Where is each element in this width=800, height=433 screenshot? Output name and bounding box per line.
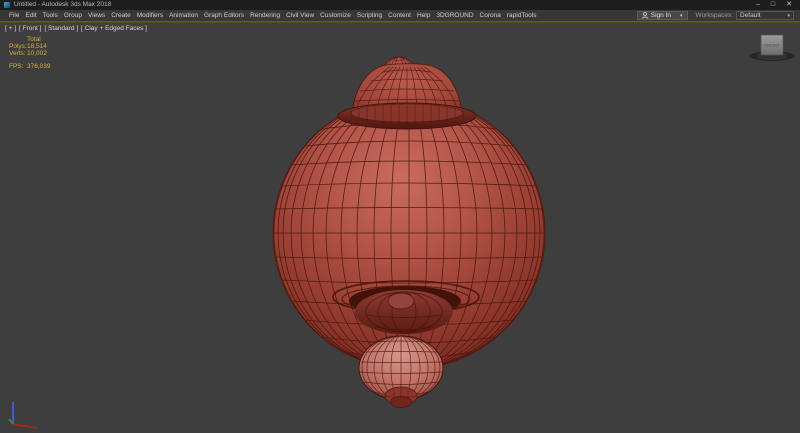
menu-content[interactable]: Content: [385, 10, 414, 21]
menu-create[interactable]: Create: [108, 10, 134, 21]
viewcube[interactable]: FRONT: [745, 28, 799, 68]
axis-x-red: [13, 424, 37, 428]
viewport-menu-render-preset[interactable]: [ Standard ]: [44, 25, 78, 32]
menu-animation[interactable]: Animation: [166, 10, 201, 21]
chevron-down-icon: ▾: [787, 13, 790, 19]
viewport-front[interactable]: [ + ] [ Front ] [ Standard ] [ Clay + Ed…: [0, 23, 800, 433]
viewport-label: [ + ] [ Front ] [ Standard ] [ Clay + Ed…: [5, 25, 147, 32]
menu-scripting[interactable]: Scripting: [354, 10, 385, 21]
menu-help[interactable]: Help: [414, 10, 433, 21]
sign-in-label: Sign In: [651, 12, 671, 19]
menu-graph-editors[interactable]: Graph Editors: [201, 10, 247, 21]
workspaces-value: Default: [740, 12, 761, 19]
person-icon: [642, 12, 648, 19]
window-title: Untitled - Autodesk 3ds Max 2018: [14, 0, 111, 10]
stats-fps-label: FPS:: [9, 63, 27, 70]
stats-polys-value: 18,514: [27, 43, 47, 50]
title-bar: Untitled - Autodesk 3ds Max 2018 – □ ✕: [0, 0, 800, 10]
menu-civil-view[interactable]: Civil View: [283, 10, 317, 21]
menu-customize[interactable]: Customize: [317, 10, 354, 21]
3dsmax-window: Untitled - Autodesk 3ds Max 2018 – □ ✕ F…: [0, 0, 800, 433]
close-button[interactable]: ✕: [786, 0, 792, 10]
menu-group[interactable]: Group: [61, 10, 85, 21]
maximize-button[interactable]: □: [771, 0, 775, 10]
stats-fps-value: 376,039: [27, 63, 51, 70]
stats-total-header: Total: [27, 36, 41, 43]
menu-file[interactable]: File: [6, 10, 22, 21]
sign-in-button[interactable]: Sign In ▾: [637, 11, 688, 20]
menu-tools[interactable]: Tools: [40, 10, 61, 21]
menu-3dground[interactable]: 3DGROUND: [433, 10, 476, 21]
menu-bar: File Edit Tools Group Views Create Modif…: [0, 10, 800, 21]
menu-rapidtools[interactable]: rapidTools: [504, 10, 540, 21]
workspaces-control: Workspaces: Default ▾: [696, 11, 794, 20]
menu-edit[interactable]: Edit: [22, 10, 39, 21]
viewport-menu-shading[interactable]: [ Clay + Edged Faces ]: [81, 25, 147, 32]
stats-polys-label: Polys:: [9, 43, 27, 50]
workspaces-label: Workspaces:: [696, 12, 733, 19]
viewport-3d-object[interactable]: [0, 23, 800, 433]
viewport-menu-pov[interactable]: [ Front ]: [19, 25, 41, 32]
viewcube-face-label: FRONT: [764, 43, 780, 48]
menu-corona[interactable]: Corona: [477, 10, 504, 21]
app-icon-3dsmax: [4, 2, 10, 8]
viewport-menu-general[interactable]: [ + ]: [5, 25, 16, 32]
menu-modifiers[interactable]: Modifiers: [134, 10, 166, 21]
world-axis-gizmo: [6, 399, 42, 431]
workspaces-dropdown[interactable]: Default ▾: [736, 11, 794, 20]
stats-verts-value: 10,002: [27, 50, 47, 57]
chevron-down-icon: ▾: [680, 13, 683, 19]
viewport-statistics: Total Polys:18,514 Verts:10,002 FPS:376,…: [9, 36, 51, 70]
menu-views[interactable]: Views: [85, 10, 108, 21]
stats-verts-label: Verts:: [9, 50, 27, 57]
menu-rendering[interactable]: Rendering: [247, 10, 283, 21]
minimize-button[interactable]: –: [756, 0, 760, 10]
